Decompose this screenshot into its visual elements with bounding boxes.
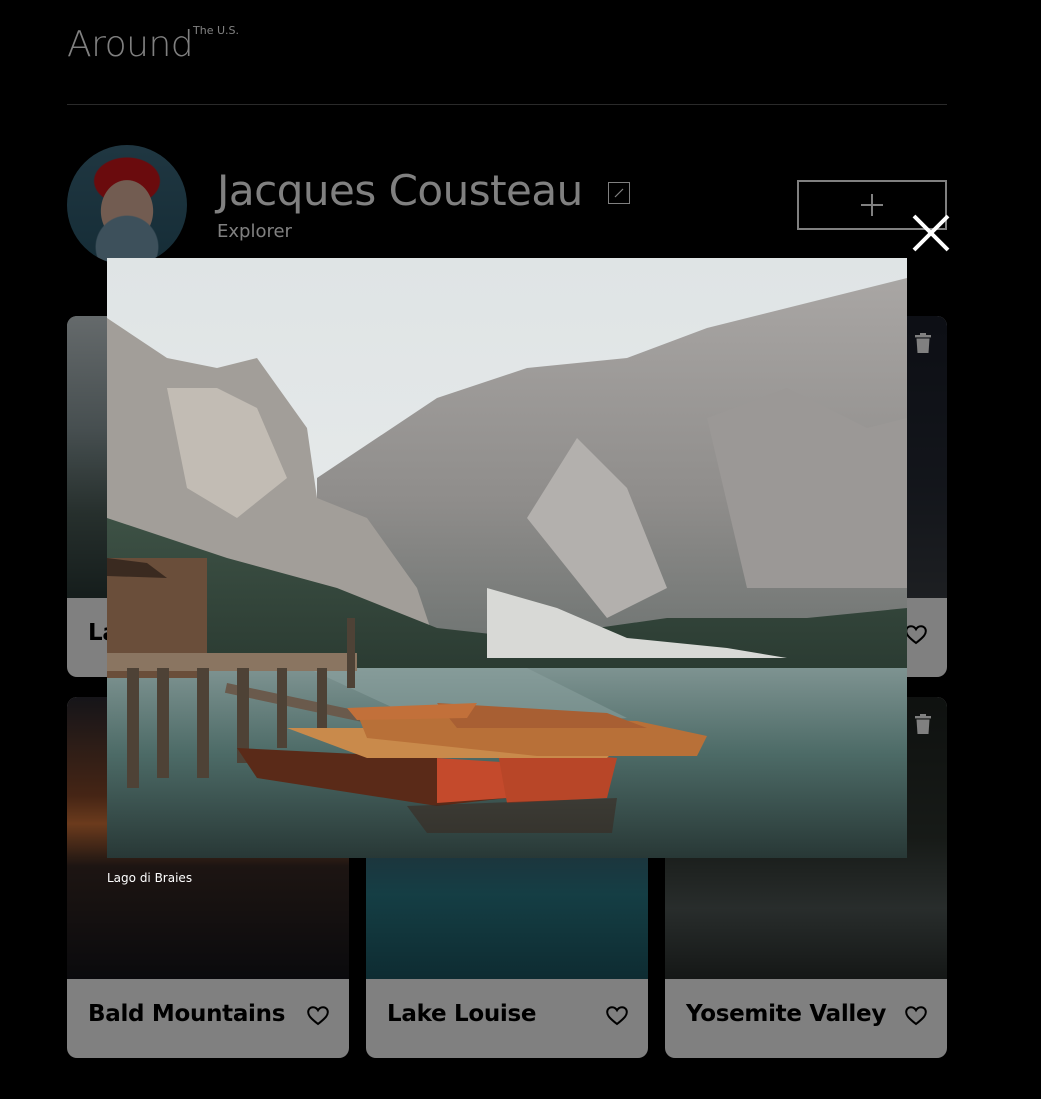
card-title: Yosemite Valley [686, 1001, 887, 1027]
heart-icon[interactable] [905, 1006, 927, 1026]
trash-icon[interactable] [914, 714, 932, 734]
heart-icon[interactable] [606, 1006, 628, 1026]
heart-icon[interactable] [905, 625, 927, 645]
profile-name: Jacques Cousteau [217, 166, 583, 215]
logo-superscript: The U.S. [193, 24, 239, 37]
popup-image [107, 258, 907, 858]
lake-scene-image [107, 258, 907, 858]
logo: Around [67, 24, 194, 65]
edit-profile-button[interactable] [608, 182, 630, 204]
header-divider [67, 104, 947, 105]
close-icon[interactable] [909, 211, 953, 255]
avatar[interactable] [67, 145, 187, 265]
heart-icon[interactable] [307, 1006, 329, 1026]
edit-icon [614, 188, 624, 198]
trash-icon[interactable] [914, 333, 932, 353]
plus-icon [861, 194, 883, 216]
popup-caption: Lago di Braies [107, 871, 193, 885]
card-title: Bald Mountains [88, 1001, 286, 1027]
profile-job: Explorer [217, 221, 292, 242]
card-title: Lake Louise [387, 1001, 537, 1027]
